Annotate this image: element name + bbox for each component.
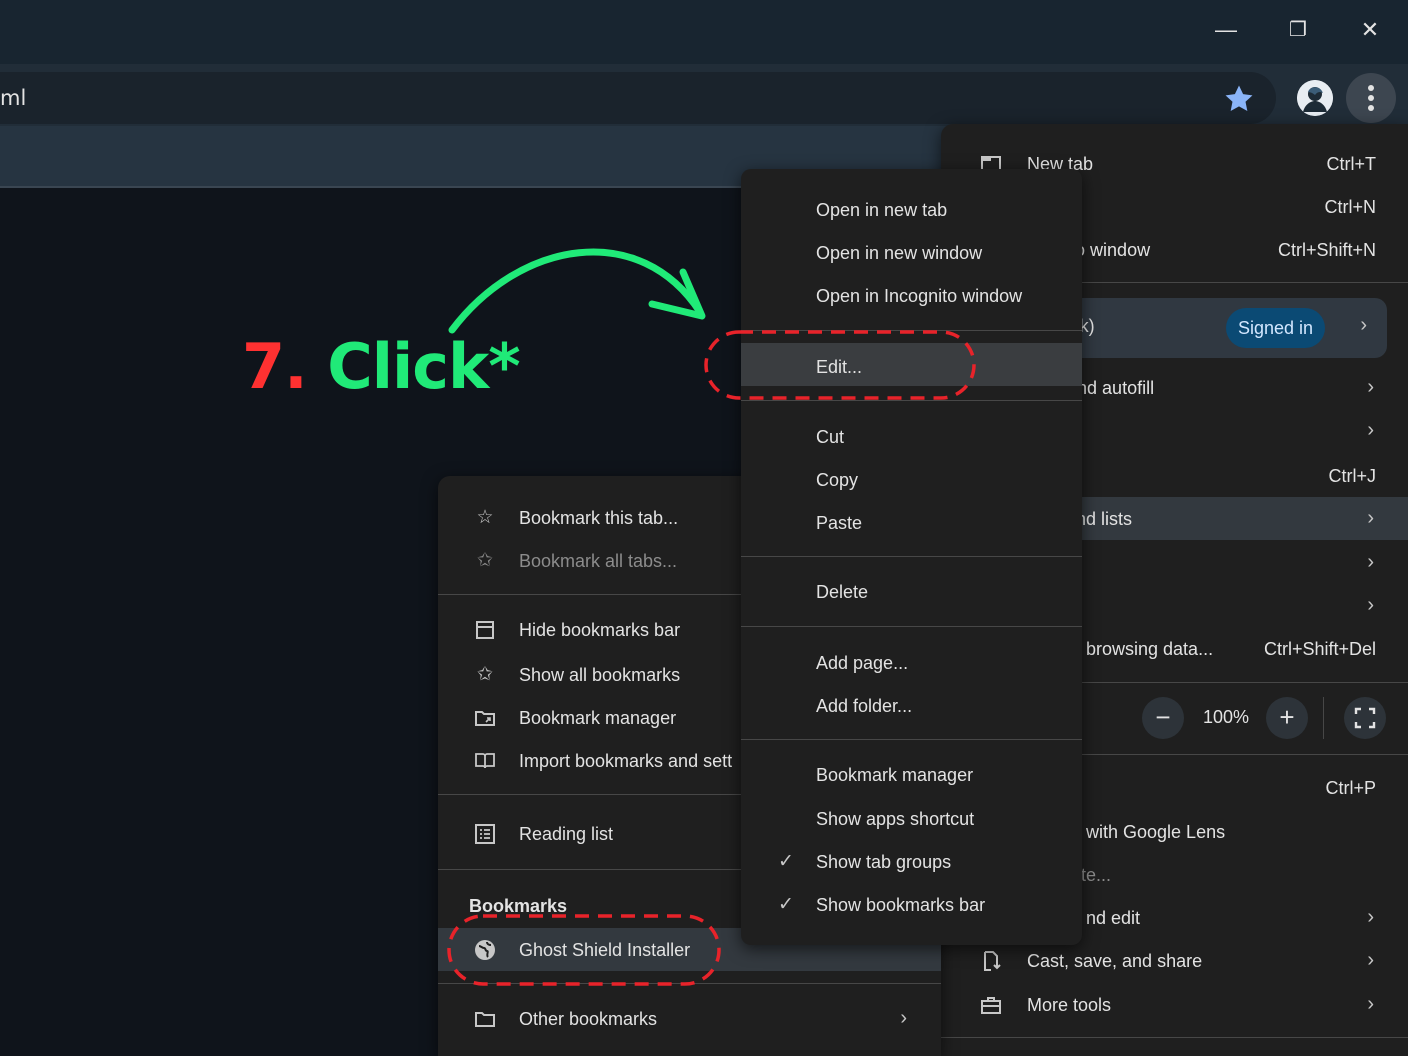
chevron-right-icon: › xyxy=(1367,551,1374,573)
stars-icon: ✩ xyxy=(477,664,493,685)
menu-item-label: Bookmark manager xyxy=(816,765,974,785)
menu-item-label: Cast, save, and share xyxy=(1027,951,1203,971)
minimize-button[interactable]: — xyxy=(1206,12,1246,48)
dot xyxy=(1368,85,1374,91)
menu-item-label: Reading list xyxy=(519,824,614,844)
star-icon: ☆ xyxy=(476,507,494,528)
divider xyxy=(941,1037,1408,1038)
checkmark-icon: ✓ xyxy=(778,894,794,915)
chevron-right-icon: › xyxy=(1367,949,1374,971)
divider xyxy=(741,556,1082,557)
menu-item-label: Show bookmarks bar xyxy=(816,895,986,915)
profile-avatar[interactable] xyxy=(1297,80,1333,116)
zoom-out-button[interactable]: − xyxy=(1142,697,1184,739)
shortcut-label: Ctrl+Shift+Del xyxy=(1263,639,1376,659)
menu-item-label: Show apps shortcut xyxy=(816,809,975,829)
chevron-right-icon: › xyxy=(1367,507,1374,529)
book-icon xyxy=(475,753,495,769)
menu-item-label: browsing data... xyxy=(1086,639,1214,659)
menu-item-label: Add page... xyxy=(816,653,909,673)
menu-item-label: More tools xyxy=(1027,995,1112,1015)
chevron-right-icon: › xyxy=(900,1007,907,1029)
divider xyxy=(741,626,1082,627)
bookmark-context-menu: Open in new tab Open in new window Open … xyxy=(741,169,1082,945)
bookmark-item-label: Ghost Shield Installer xyxy=(519,940,691,960)
menu-item-label: Show all bookmarks xyxy=(519,665,681,685)
menu-item-label: Cut xyxy=(816,427,845,447)
menu-item-label: Edit... xyxy=(816,357,863,377)
folder-icon xyxy=(475,1012,495,1027)
shortcut-label: Ctrl+N xyxy=(1324,197,1376,217)
globe-icon xyxy=(475,940,495,960)
menu-item-label: Hide bookmarks bar xyxy=(519,620,681,640)
bookmark-star-icon[interactable] xyxy=(1222,82,1256,116)
zoom-in-button[interactable]: + xyxy=(1266,697,1308,739)
menu-item-label: nd edit xyxy=(1086,908,1141,928)
chrome-menu-button[interactable] xyxy=(1346,73,1396,123)
chevron-right-icon: › xyxy=(1367,594,1374,616)
title-bar xyxy=(0,0,1408,64)
menu-item-label: Paste xyxy=(816,513,863,533)
menu-item-label: Bookmark all tabs... xyxy=(519,551,678,571)
chevron-right-icon: › xyxy=(1367,906,1374,928)
close-button[interactable]: ✕ xyxy=(1350,12,1390,48)
menu-item-label: Open in new tab xyxy=(816,200,948,220)
zoom-level: 100% xyxy=(1203,707,1250,727)
fullscreen-button[interactable] xyxy=(1344,697,1386,739)
menu-item-label: Delete xyxy=(816,582,869,602)
menu-item-label: with Google Lens xyxy=(1086,822,1226,842)
ctx-edit-highlight xyxy=(741,343,1082,386)
menu-item-label: Show tab groups xyxy=(816,852,952,872)
menu-item-label: Open in Incognito window xyxy=(816,286,1023,306)
menu-item-label: Bookmark manager xyxy=(519,708,677,728)
shortcut-label: Ctrl+Shift+N xyxy=(1277,240,1376,260)
stars-icon: ✩ xyxy=(477,550,493,571)
chevron-right-icon: › xyxy=(1367,993,1374,1015)
chevron-right-icon: › xyxy=(1360,314,1367,336)
shortcut-label: Ctrl+P xyxy=(1325,778,1376,798)
divider xyxy=(741,739,1082,740)
divider xyxy=(741,330,1082,331)
step-number: 7. xyxy=(242,330,308,403)
chevron-right-icon: › xyxy=(1367,376,1374,398)
menu-item-label: Import bookmarks and sett xyxy=(519,751,733,771)
restore-button[interactable]: ❐ xyxy=(1278,12,1318,48)
shortcut-label: Ctrl+T xyxy=(1326,154,1377,174)
avatar-image xyxy=(1297,80,1333,116)
divider xyxy=(438,983,941,984)
cast-save-icon xyxy=(984,951,1001,971)
menu-item-label: te... xyxy=(1081,865,1112,885)
checkmark-icon: ✓ xyxy=(778,851,794,872)
shortcut-label: Ctrl+J xyxy=(1328,466,1376,486)
address-bar[interactable] xyxy=(0,72,1276,124)
divider xyxy=(1323,697,1324,739)
dot xyxy=(1368,105,1374,111)
menu-item-label: Bookmark this tab... xyxy=(519,508,679,528)
step-instruction: Click* xyxy=(327,330,520,403)
url-text: ml xyxy=(0,86,27,110)
toolbox-icon xyxy=(981,997,1001,1014)
menu-item-label: Copy xyxy=(816,470,859,490)
list-icon xyxy=(475,824,495,844)
window-icon xyxy=(476,621,494,639)
fullscreen-icon xyxy=(1354,707,1376,729)
signed-in-badge: Signed in xyxy=(1225,308,1325,348)
divider xyxy=(741,400,1082,401)
step-annotation: 7. Click* xyxy=(242,330,521,403)
folder-arrow-icon xyxy=(475,711,495,726)
menu-item-label: Open in new window xyxy=(816,243,983,263)
chevron-right-icon: › xyxy=(1367,419,1374,441)
bookmarks-heading: Bookmarks xyxy=(469,896,568,916)
dot xyxy=(1368,95,1374,101)
menu-item-label: Other bookmarks xyxy=(519,1009,658,1029)
menu-item-label: Add folder... xyxy=(816,696,913,716)
